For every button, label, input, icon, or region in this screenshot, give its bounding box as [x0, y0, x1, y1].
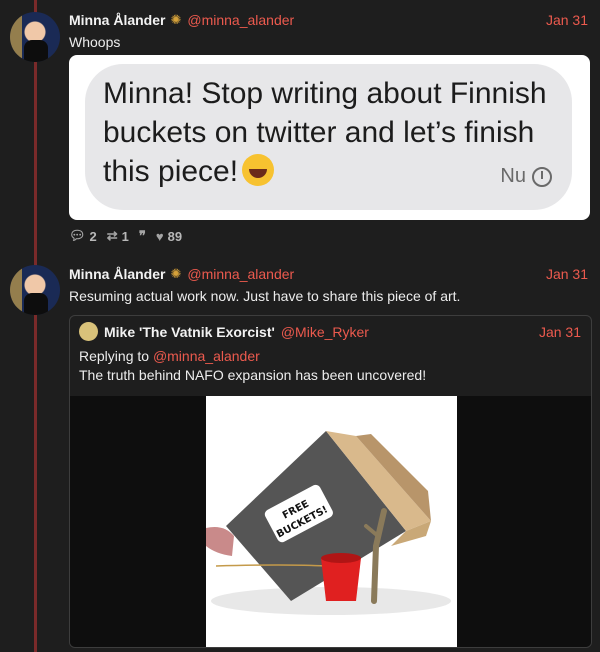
quoted-avatar[interactable] — [79, 322, 98, 341]
quoted-media[interactable]: FREE BUCKETS! — [70, 396, 591, 647]
tweet-text: Resuming actual work now. Just have to s… — [69, 288, 461, 304]
tweet-header: Minna Ålander ✺ @minna_alander Jan 31 — [69, 264, 588, 284]
author-handle[interactable]: @minna_alander — [187, 266, 294, 282]
quoted-tweet[interactable]: Mike 'The Vatnik Exorcist' @Mike_Ryker J… — [69, 315, 592, 648]
replying-to: Replying to @minna_alander — [79, 348, 260, 364]
quoted-date[interactable]: Jan 31 — [539, 324, 581, 340]
avatar[interactable] — [10, 265, 60, 315]
quoted-author-name[interactable]: Mike 'The Vatnik Exorcist' — [104, 324, 275, 340]
box-trap-illustration: FREE BUCKETS! — [206, 431, 451, 615]
bucket-trap-image: FREE BUCKETS! — [206, 396, 457, 647]
verified-sunflower-icon: ✺ — [170, 266, 182, 281]
replying-handle[interactable]: @minna_alander — [153, 348, 260, 364]
tweet-date[interactable]: Jan 31 — [546, 266, 588, 282]
replying-prefix: Replying to — [79, 348, 153, 364]
author-name[interactable]: Minna Ålander — [69, 266, 165, 282]
quoted-author-handle[interactable]: @Mike_Ryker — [281, 324, 369, 340]
quoted-header: Mike 'The Vatnik Exorcist' @Mike_Ryker J… — [104, 322, 581, 342]
quoted-text: The truth behind NAFO expansion has been… — [79, 367, 427, 383]
tweet-2: Minna Ålander ✺ @minna_alander Jan 31 Re… — [0, 0, 600, 652]
